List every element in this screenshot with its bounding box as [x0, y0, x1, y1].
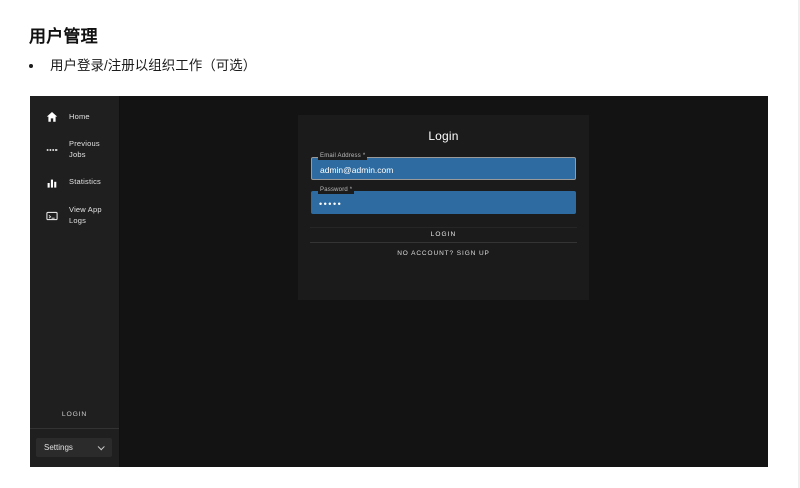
login-card: Login Email Address * Password * LOGIN N…: [298, 115, 589, 300]
settings-dropdown[interactable]: Settings: [36, 438, 112, 457]
sidebar: Home Previous Jobs Statistics View App L…: [30, 96, 120, 467]
password-field-label: Password *: [318, 187, 355, 194]
sidebar-item-previous-jobs[interactable]: Previous Jobs: [30, 131, 119, 169]
app-screenshot: Home Previous Jobs Statistics View App L…: [30, 96, 768, 467]
statistics-icon: [47, 179, 57, 188]
email-field-group: Email Address *: [311, 153, 576, 180]
sidebar-item-label: Home: [69, 111, 90, 121]
signup-link[interactable]: NO ACCOUNT? SIGN UP: [298, 250, 589, 257]
sidebar-item-statistics[interactable]: Statistics: [30, 169, 119, 197]
email-field-label: Email Address *: [318, 153, 368, 160]
doc-bullet-item: 用户登录/注册以组织工作（可选）: [44, 56, 256, 76]
login-submit-button[interactable]: LOGIN: [310, 227, 577, 243]
password-input[interactable]: [311, 191, 576, 214]
settings-dropdown-label: Settings: [44, 443, 73, 452]
app-logs-icon: [46, 211, 58, 220]
sidebar-item-view-app-logs[interactable]: View App Logs: [30, 197, 119, 235]
page-title: 用户管理: [29, 27, 98, 46]
doc-bullet-list: 用户登录/注册以组织工作（可选）: [30, 56, 256, 76]
email-input[interactable]: [311, 157, 576, 180]
previous-jobs-icon: [46, 148, 58, 151]
sidebar-divider: [30, 428, 119, 429]
home-icon: [46, 112, 58, 122]
login-fields: Email Address * Password *: [298, 153, 589, 214]
sidebar-login-button[interactable]: LOGIN: [30, 406, 119, 428]
sidebar-item-label: View App Logs: [69, 204, 102, 225]
login-card-title: Login: [428, 129, 459, 143]
chevron-down-icon: [97, 443, 105, 451]
sidebar-item-label: Previous Jobs: [69, 139, 100, 159]
app-main-area: Login Email Address * Password * LOGIN N…: [120, 96, 768, 467]
sidebar-nav: Home Previous Jobs Statistics View App L…: [30, 96, 119, 235]
password-field-group: Password *: [311, 187, 576, 214]
sidebar-item-home[interactable]: Home: [30, 103, 119, 131]
sidebar-item-label: Statistics: [69, 177, 102, 187]
